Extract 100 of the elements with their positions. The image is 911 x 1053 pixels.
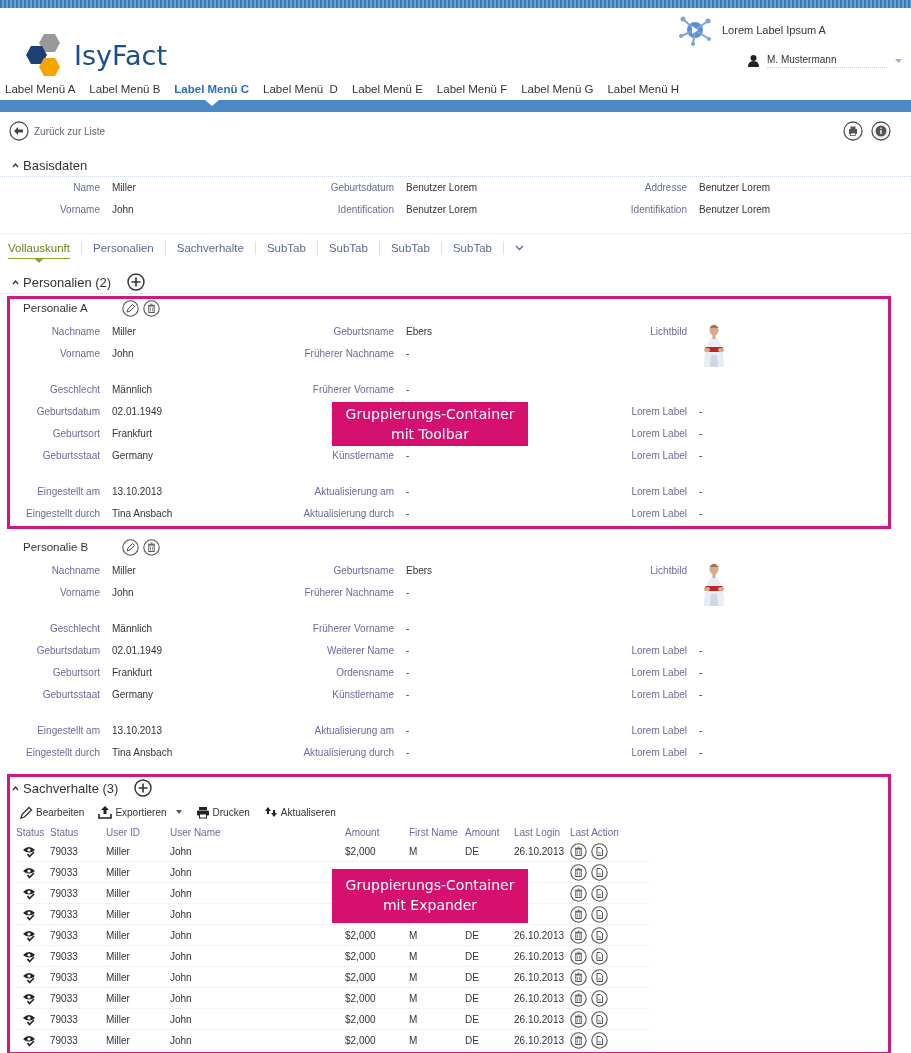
edit-icon[interactable]	[122, 538, 140, 556]
field-label: Geburtsstaat	[41, 688, 100, 702]
field-value: -	[698, 507, 704, 521]
column-header[interactable]: User Name	[170, 825, 345, 841]
document-icon[interactable]	[591, 968, 608, 986]
delete-icon[interactable]	[570, 947, 587, 965]
user-dropdown[interactable]: M. Mustermann	[767, 54, 887, 68]
document-icon[interactable]	[591, 842, 608, 860]
back-icon[interactable]	[9, 121, 29, 141]
table-cell: 79033	[50, 925, 106, 946]
delete-icon[interactable]	[142, 299, 160, 317]
field-value: Männlich	[111, 622, 154, 636]
field-label: Früherer Nachname	[303, 347, 394, 361]
delete-icon[interactable]	[570, 1010, 587, 1028]
table-cell: $2,000	[345, 988, 409, 1009]
delete-icon[interactable]	[570, 863, 587, 881]
delete-icon[interactable]	[570, 884, 587, 902]
tab[interactable]: SubTab	[266, 238, 306, 258]
field-value: 02.01.1949	[111, 405, 164, 419]
dropdown-caret-icon[interactable]	[175, 810, 182, 814]
delete-icon[interactable]	[570, 926, 587, 944]
field-label: Lichtbild	[649, 325, 687, 339]
document-icon[interactable]	[591, 1010, 608, 1028]
field-value: -	[405, 724, 411, 738]
table-cell: $2,000	[345, 967, 409, 988]
add-icon[interactable]	[134, 779, 153, 797]
field-value: -	[405, 644, 411, 658]
column-header[interactable]: Status	[50, 825, 106, 841]
tab[interactable]: SubTab	[328, 238, 368, 258]
delete-icon[interactable]	[570, 842, 587, 860]
toolbar-button[interactable]: Drucken	[195, 805, 250, 819]
tab[interactable]: Personalien	[93, 238, 154, 258]
field-label: Früherer Nachname	[303, 586, 394, 600]
edit-icon[interactable]	[121, 299, 139, 317]
document-icon[interactable]	[591, 863, 608, 881]
field-label: Vorname	[58, 347, 100, 361]
column-header[interactable]: Amount	[465, 825, 514, 841]
document-icon[interactable]	[591, 884, 608, 902]
document-icon[interactable]	[591, 926, 608, 944]
table-cell: 26.10.2013	[514, 1030, 570, 1051]
field-label: Geburtsdatum	[329, 181, 394, 195]
table-cell: 26.10.2013	[514, 988, 570, 1009]
menu-item[interactable]: Label Menü G	[521, 83, 594, 95]
toolbar-button[interactable]: Bearbeiten	[20, 805, 85, 819]
menu-item[interactable]: Label Menü H	[607, 83, 680, 95]
column-header[interactable]: Last Login	[514, 825, 570, 841]
collapse-caret-icon[interactable]	[12, 785, 19, 791]
card-title: Personalie B	[23, 541, 89, 553]
card-title: Personalie A	[23, 302, 88, 314]
collapse-caret-icon[interactable]	[12, 279, 19, 285]
column-header[interactable]: Status	[16, 825, 50, 841]
field-label: Eingestellt am	[36, 724, 100, 738]
table-cell: 26.10.2013	[514, 925, 570, 946]
toolbar-button[interactable]: Exportieren	[98, 805, 182, 819]
back-link[interactable]: Zurück zur Liste	[34, 125, 106, 137]
print-icon[interactable]	[843, 121, 863, 141]
delete-icon[interactable]	[570, 905, 587, 923]
field-value: John	[111, 586, 135, 600]
tab[interactable]: SubTab	[390, 238, 430, 258]
delete-icon[interactable]	[143, 538, 161, 556]
delete-icon[interactable]	[570, 1031, 587, 1049]
column-header[interactable]: Amount	[345, 825, 409, 841]
field-label: Lorem Label	[630, 507, 687, 521]
toolbar-button[interactable]: Aktualiseren	[263, 805, 336, 819]
table-cell: M	[409, 967, 465, 988]
active-marker	[204, 100, 219, 106]
tab[interactable]: Sachverhalte	[176, 238, 244, 258]
field-label: Geburtsdatum	[35, 644, 100, 658]
column-header[interactable]: User ID	[106, 825, 170, 841]
table-cell: M	[409, 841, 465, 862]
document-icon[interactable]	[591, 905, 608, 923]
document-icon[interactable]	[591, 1031, 608, 1049]
more-tabs-caret-icon[interactable]	[514, 245, 524, 251]
menu-item[interactable]: Label Menü F	[436, 83, 508, 95]
field-value: -	[405, 347, 411, 361]
collapse-caret-icon[interactable]	[12, 162, 19, 168]
document-icon[interactable]	[591, 989, 608, 1007]
menu-item[interactable]: Label Menü C	[174, 83, 250, 95]
menu-item[interactable]: Label Menü D	[263, 83, 338, 95]
field-label: Geburtsname	[332, 325, 394, 339]
info-icon[interactable]	[871, 121, 891, 141]
column-header[interactable]: Last Action	[570, 825, 650, 841]
table-cell: Miller	[106, 862, 170, 883]
document-icon[interactable]	[591, 947, 608, 965]
menu-item[interactable]: Label Menü B	[89, 83, 161, 95]
delete-icon[interactable]	[570, 989, 587, 1007]
table-cell: DE	[465, 841, 514, 862]
menu-item[interactable]: Label Menü E	[351, 83, 423, 95]
field-label: Aktualisierung am	[313, 724, 394, 738]
table-cell: Miller	[106, 1009, 170, 1030]
column-header[interactable]: First Name	[409, 825, 465, 841]
menu-item[interactable]: Label Menü A	[5, 83, 76, 95]
delete-icon[interactable]	[570, 968, 587, 986]
field-label: Früherer Vorname	[311, 383, 394, 397]
add-icon[interactable]	[127, 273, 146, 291]
field-value: Tina Ansbach	[111, 507, 174, 521]
field-label: Lorem Label	[630, 666, 687, 680]
tab[interactable]: SubTab	[452, 238, 492, 258]
field-value: Germany	[111, 688, 155, 702]
table-cell: DE	[465, 1009, 514, 1030]
